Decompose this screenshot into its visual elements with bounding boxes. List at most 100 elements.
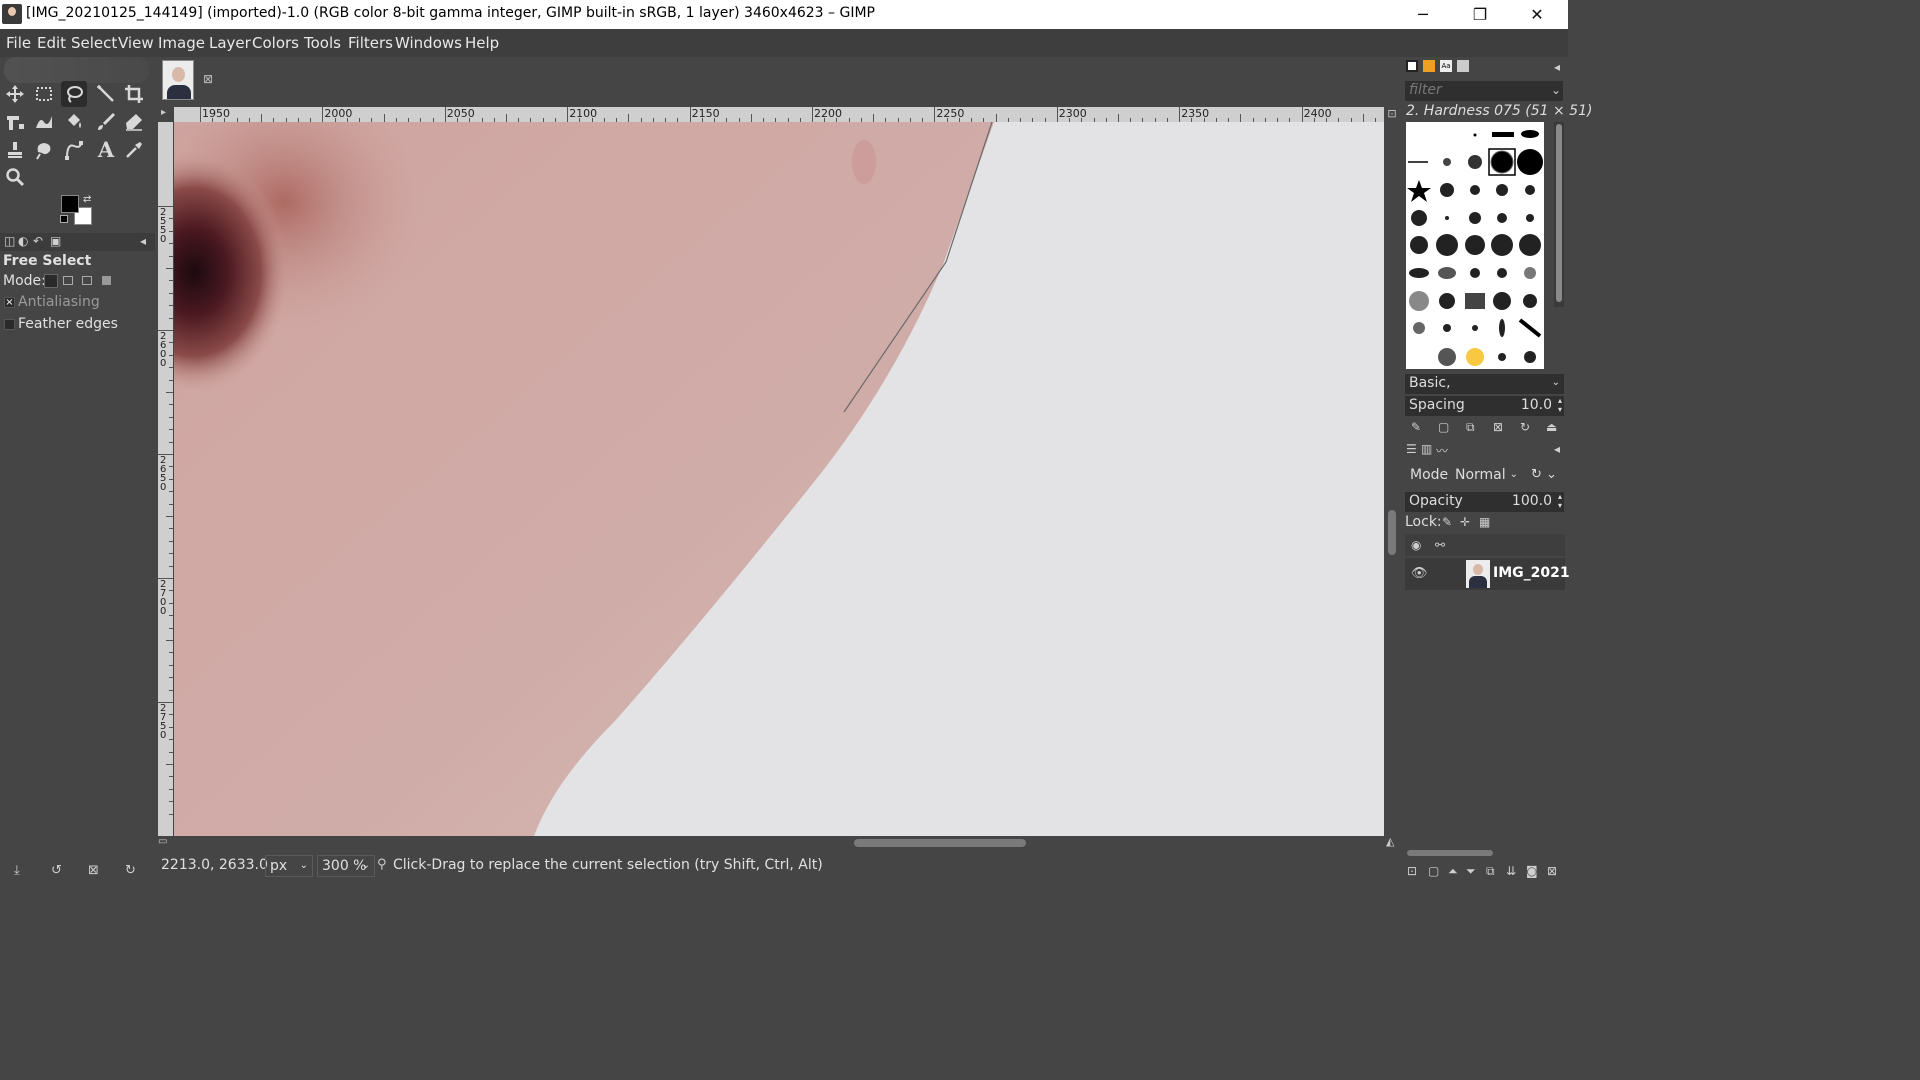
minimize-button[interactable]: ─ — [1400, 0, 1446, 29]
layer-mode-select[interactable]: Normal ⌄ — [1452, 464, 1524, 486]
layers-configure-icon[interactable]: ◂ — [1554, 442, 1560, 456]
restore-tool-preset-icon[interactable]: ↺ — [51, 863, 62, 878]
reset-tool-options-icon[interactable]: ↻ — [125, 863, 136, 878]
unit-select[interactable]: px ⌄ — [265, 855, 313, 877]
layer-opacity-spinner[interactable]: Opacity 100.0 ▴ ▾ — [1405, 492, 1564, 512]
rect-select-tool-icon[interactable] — [31, 81, 57, 107]
quick-mask-corner[interactable]: ▸ — [158, 107, 174, 122]
duplicate-layer-icon[interactable]: ⧉ — [1486, 864, 1495, 879]
delete-tool-preset-icon[interactable]: ⊠ — [88, 863, 99, 878]
default-colors-icon[interactable] — [60, 215, 68, 223]
horizontal-ruler[interactable]: 1950 2000 2050 2100 2150 2200 2250 2300 2350 2400 — [174, 107, 1384, 122]
images-tab-icon[interactable]: ▣ — [50, 234, 61, 248]
tool-options-tab-icon[interactable]: ◫ — [4, 234, 15, 248]
brush-grid[interactable] — [1406, 122, 1544, 369]
foreground-color-swatch[interactable] — [61, 195, 79, 213]
layers-tab-icon[interactable]: ☰ — [1406, 442, 1417, 456]
transform-tool-icon[interactable] — [2, 109, 28, 135]
layer-composite-select[interactable]: ↻ ⌄ — [1528, 464, 1564, 486]
mode-add-icon[interactable] — [63, 276, 73, 285]
layers-hscrollbar[interactable] — [1405, 849, 1565, 859]
new-brush-icon[interactable]: ▢ — [1438, 420, 1449, 434]
device-status-tab-icon[interactable]: ◐ — [18, 234, 28, 248]
eye-icon[interactable]: 👁 — [1411, 566, 1428, 581]
menu-colors[interactable]: Colors — [252, 34, 299, 52]
menu-windows[interactable]: Windows — [395, 34, 462, 52]
new-layer-icon[interactable]: ▢ — [1428, 864, 1439, 878]
brushes-configure-icon[interactable]: ◂ — [1554, 60, 1560, 74]
delete-brush-icon[interactable]: ⊠ — [1493, 420, 1503, 434]
menu-edit[interactable]: Edit — [37, 34, 66, 52]
paintbrush-tool-icon[interactable] — [93, 109, 119, 135]
zoom-select[interactable]: 300 % ⌄ — [317, 855, 375, 877]
zoom-tool-icon[interactable] — [2, 164, 28, 190]
image-canvas[interactable] — [174, 122, 1384, 836]
mode-label: Mode: — [3, 273, 46, 289]
fonts-tab-icon[interactable]: Aa — [1440, 60, 1452, 72]
lock-position-icon[interactable]: ✛ — [1460, 515, 1470, 529]
mode-subtract-icon[interactable] — [82, 276, 92, 285]
menu-help[interactable]: Help — [465, 34, 499, 52]
paths-tab-icon[interactable]: 〰 — [1436, 442, 1448, 459]
vertical-ruler[interactable]: 2550 2600 2650 2700 2750 — [158, 122, 173, 836]
brush-grid-scrollbar[interactable] — [1554, 122, 1564, 307]
zoom-to-fit-icon[interactable]: ◭ — [1386, 835, 1394, 848]
fuzzy-select-tool-icon[interactable] — [93, 81, 119, 107]
undo-history-tab-icon[interactable]: ↶ — [33, 234, 43, 248]
brushes-tab-icon[interactable] — [1406, 60, 1418, 72]
lock-alpha-icon[interactable]: ▦ — [1479, 515, 1490, 529]
mask-layer-icon[interactable]: ◙ — [1526, 864, 1538, 878]
lower-layer-icon[interactable]: ⏷ — [1466, 864, 1476, 879]
save-tool-preset-icon[interactable]: ⤓ — [14, 863, 20, 878]
text-tool-icon[interactable]: A — [93, 137, 119, 163]
document-history-tab-icon[interactable] — [1457, 60, 1469, 72]
menu-select[interactable]: Select — [71, 34, 117, 52]
mode-replace-icon[interactable] — [44, 274, 58, 288]
toolbox: A ⇄ ◫ ◐ ↶ ▣ ◂ Free Select Mode: × Antial… — [0, 57, 155, 882]
feather-edges-checkbox[interactable] — [4, 319, 15, 330]
open-brush-as-image-icon[interactable]: ⏏ — [1546, 420, 1557, 434]
free-select-tool-icon[interactable] — [61, 81, 87, 107]
quick-mask-toggle-icon[interactable]: ▭ — [158, 836, 172, 849]
channels-tab-icon[interactable]: ▥ — [1421, 442, 1432, 456]
merge-layer-icon[interactable]: ⇊ — [1506, 864, 1516, 878]
smudge-tool-icon[interactable] — [31, 137, 57, 163]
horizontal-scrollbar[interactable] — [174, 836, 1384, 849]
menu-filters[interactable]: Filters — [348, 34, 393, 52]
eraser-tool-icon[interactable] — [121, 109, 147, 135]
menu-layer[interactable]: Layer — [209, 34, 251, 52]
antialiasing-checkbox[interactable]: × — [4, 297, 15, 308]
raise-layer-icon[interactable]: ⏶ — [1448, 864, 1458, 879]
warp-tool-icon[interactable] — [31, 109, 57, 135]
mode-intersect-icon[interactable] — [102, 276, 111, 285]
menu-image[interactable]: Image — [158, 34, 205, 52]
menu-view[interactable]: View — [118, 34, 154, 52]
configure-tab-icon[interactable]: ◂ — [140, 234, 146, 248]
maximize-button[interactable]: ❐ — [1457, 0, 1503, 29]
menu-file[interactable]: File — [6, 34, 31, 52]
lock-pixels-icon[interactable]: ✎ — [1442, 515, 1452, 529]
refresh-brushes-icon[interactable]: ↻ — [1520, 420, 1530, 434]
layer-row[interactable]: 👁 IMG_2021 — [1405, 558, 1570, 590]
move-tool-icon[interactable] — [2, 81, 28, 107]
delete-layer-icon[interactable]: ⊠ — [1547, 864, 1557, 878]
crop-tool-icon[interactable] — [121, 81, 147, 107]
menu-tools[interactable]: Tools — [304, 34, 341, 52]
brush-preset-select[interactable]: Basic, ⌄ — [1405, 374, 1564, 394]
paths-tool-icon[interactable] — [61, 137, 87, 163]
image-tab-close-icon[interactable]: ⊠ — [203, 72, 213, 86]
image-tab-thumbnail[interactable] — [162, 60, 194, 100]
brush-spacing-spinner[interactable]: Spacing 10.0 ▴ ▾ — [1405, 396, 1564, 416]
vertical-scrollbar[interactable] — [1384, 122, 1398, 836]
bucket-fill-tool-icon[interactable] — [61, 109, 87, 135]
edit-brush-icon[interactable]: ✎ — [1411, 420, 1421, 434]
navigate-icon[interactable]: ⊡ — [1385, 107, 1399, 122]
close-button[interactable]: ✕ — [1514, 0, 1560, 29]
clone-tool-icon[interactable] — [2, 137, 28, 163]
duplicate-brush-icon[interactable]: ⧉ — [1466, 420, 1475, 435]
color-picker-tool-icon[interactable] — [121, 137, 147, 163]
brush-filter-input[interactable]: filter — [1405, 81, 1563, 101]
new-layer-group-icon[interactable]: ⊡ — [1407, 864, 1417, 878]
swap-colors-icon[interactable]: ⇄ — [83, 194, 91, 205]
patterns-tab-icon[interactable] — [1423, 60, 1435, 72]
